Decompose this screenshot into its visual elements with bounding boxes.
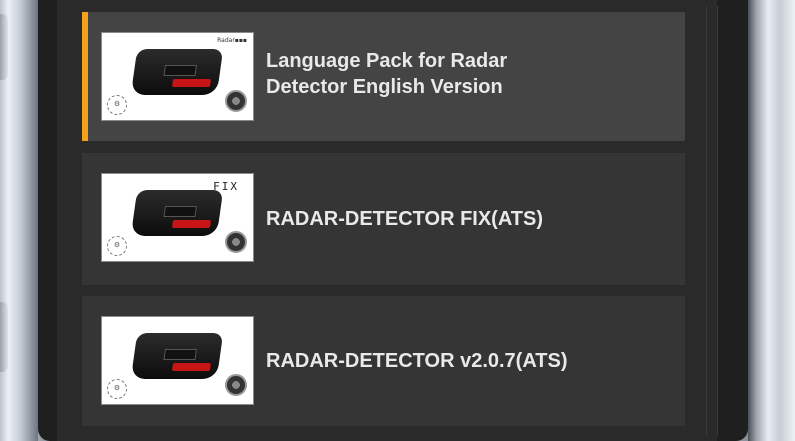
mod-title: RADAR-DETECTOR FIX(ATS)	[266, 208, 544, 230]
thumbnail-brand-mark: Radar▪▪▪	[217, 37, 247, 44]
mod-title-line-2: Detector English Version	[266, 76, 503, 98]
radar-detector-device	[130, 333, 224, 379]
mod-list-item-radar-detector-v207[interactable]: ⚙ RADAR-DETECTOR v2.0.7(ATS)	[82, 296, 685, 426]
mod-list-item-language-pack[interactable]: Radar▪▪▪ ⚙ Language Pack for Radar Detec…	[82, 12, 685, 141]
seal-icon	[225, 374, 247, 396]
radar-detector-thumbnail-icon: FIX ⚙	[101, 173, 254, 262]
left-bezel	[0, 0, 38, 441]
seal-icon	[225, 90, 247, 112]
radar-detector-device	[130, 49, 224, 95]
left-bezel-notch	[0, 302, 8, 372]
seal-icon	[225, 231, 247, 253]
left-bezel-notch	[0, 14, 8, 80]
mod-badge-icon: ⚙	[107, 95, 127, 115]
mod-list-item-radar-detector-fix[interactable]: FIX ⚙ RADAR-DETECTOR FIX(ATS)	[82, 153, 685, 285]
right-bezel	[748, 0, 795, 441]
radar-detector-thumbnail-icon: ⚙	[101, 316, 254, 405]
selection-accent-bar	[82, 12, 88, 141]
radar-detector-device	[130, 190, 224, 236]
scrollbar-track[interactable]	[706, 6, 718, 436]
mod-badge-icon: ⚙	[107, 379, 127, 399]
radar-detector-thumbnail-icon: Radar▪▪▪ ⚙	[101, 32, 254, 121]
mod-badge-icon: ⚙	[107, 236, 127, 256]
mod-title-line-1: Language Pack for Radar	[266, 50, 508, 72]
mod-title: Language Pack for Radar Detector English…	[266, 48, 507, 100]
mod-title: RADAR-DETECTOR v2.0.7(ATS)	[266, 350, 568, 372]
